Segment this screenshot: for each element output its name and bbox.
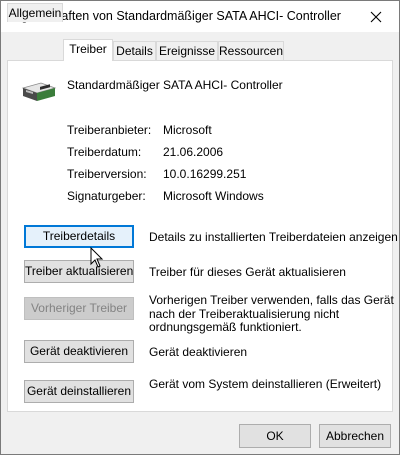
rollback-driver-button[interactable]: Vorheriger Treiber bbox=[24, 297, 134, 320]
update-driver-button[interactable]: Treiber aktualisieren bbox=[24, 260, 134, 283]
date-label: Treiberdatum: bbox=[67, 145, 142, 159]
provider-label: Treiberanbieter: bbox=[67, 123, 152, 137]
version-value: 10.0.16299.251 bbox=[163, 167, 247, 181]
rollback-desc-line1: Vorherigen Treiber verwenden, falls das … bbox=[149, 293, 394, 307]
tab-ressourcen[interactable]: Ressourcen bbox=[218, 41, 284, 60]
disable-device-desc: Gerät deaktivieren bbox=[149, 345, 248, 359]
mouse-cursor-icon bbox=[90, 247, 104, 268]
tab-ereignisse[interactable]: Ereignisse bbox=[156, 41, 218, 60]
close-icon bbox=[370, 11, 382, 22]
date-value: 21.06.2006 bbox=[163, 145, 224, 159]
provider-value: Microsoft bbox=[163, 123, 212, 137]
tab-label: Treiber bbox=[69, 42, 107, 56]
cancel-button[interactable]: Abbrechen bbox=[319, 424, 391, 448]
tab-label: Details bbox=[116, 44, 153, 58]
tab-treiber[interactable]: Treiber bbox=[63, 39, 113, 61]
version-label: Treiberversion: bbox=[67, 167, 147, 181]
driver-details-button[interactable]: Treiberdetails bbox=[24, 225, 134, 248]
properties-dialog: Eigenschaften von Standardmäßiger SATA A… bbox=[0, 0, 400, 455]
disable-device-button[interactable]: Gerät deaktivieren bbox=[24, 340, 134, 363]
close-button[interactable] bbox=[353, 1, 399, 32]
ok-button[interactable]: OK bbox=[239, 424, 311, 448]
tab-allgemein[interactable]: Allgemein bbox=[7, 3, 63, 22]
tab-label: Allgemein bbox=[8, 6, 62, 20]
signer-value: Microsoft Windows bbox=[163, 189, 264, 203]
uninstall-device-desc: Gerät vom System deinstallieren (Erweite… bbox=[149, 377, 382, 391]
tab-label: Ereignisse bbox=[158, 44, 216, 58]
signer-label: Signaturgeber: bbox=[67, 189, 146, 203]
tab-details[interactable]: Details bbox=[113, 41, 156, 60]
rollback-desc-line3: ordnungsgemäß funktioniert. bbox=[149, 320, 302, 334]
device-name: Standardmäßiger SATA AHCI- Controller bbox=[67, 78, 283, 92]
uninstall-device-button[interactable]: Gerät deinstallieren bbox=[24, 380, 134, 403]
tab-label: Ressourcen bbox=[219, 44, 284, 58]
driver-details-desc: Details zu installierten Treiberdateien … bbox=[149, 230, 398, 244]
storage-controller-icon bbox=[21, 82, 57, 101]
update-driver-desc: Treiber für dieses Gerät aktualisieren bbox=[149, 265, 346, 279]
